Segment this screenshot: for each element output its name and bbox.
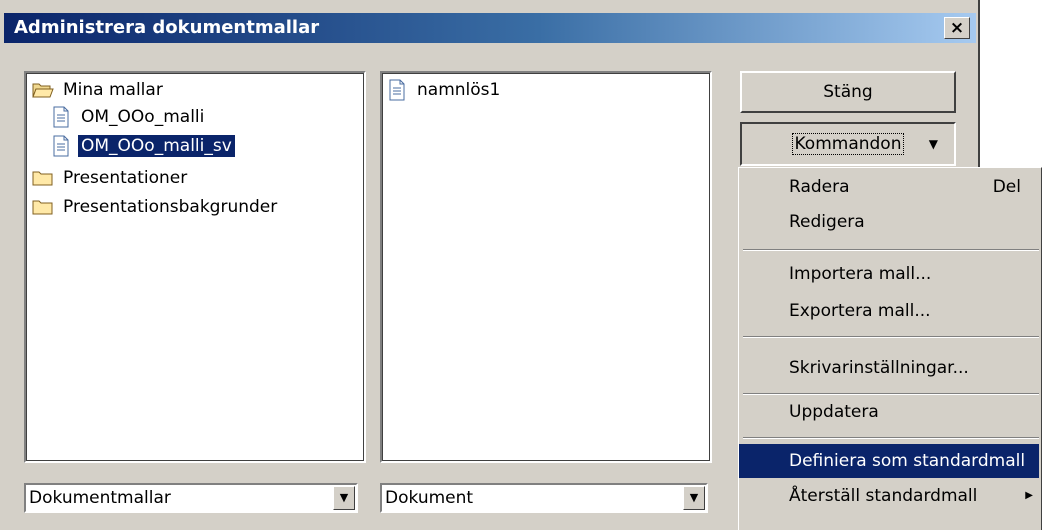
list-item-namnlos1[interactable]: namnlös1 bbox=[388, 77, 503, 103]
menu-item-radera[interactable]: Radera Del bbox=[739, 170, 1039, 204]
menu-item-label: Redigera bbox=[789, 212, 865, 232]
tree-item-label: Presentationer bbox=[63, 168, 188, 188]
menu-item-aterstall-standardmall[interactable]: Återställ standardmall ▶ bbox=[739, 479, 1039, 513]
menu-separator bbox=[743, 249, 1039, 251]
title-bar[interactable]: Administrera dokumentmallar × bbox=[4, 13, 976, 43]
document-icon bbox=[389, 79, 405, 101]
menu-item-importera[interactable]: Importera mall... bbox=[739, 257, 1039, 291]
close-button[interactable]: Stäng bbox=[740, 71, 956, 113]
dialog-title: Administrera dokumentmallar bbox=[14, 17, 320, 38]
menu-item-label: Återställ standardmall bbox=[789, 486, 978, 506]
menu-item-label: Definiera som standardmall bbox=[789, 451, 1026, 471]
tree-item-presentationsbakgrunder[interactable]: Presentationsbakgrunder bbox=[32, 194, 280, 220]
dropdown-arrow-icon: ▼ bbox=[928, 137, 938, 151]
select-value: Dokument bbox=[385, 488, 474, 508]
commands-label: Kommandon bbox=[791, 133, 905, 155]
menu-item-label: Skrivarinställningar... bbox=[789, 358, 969, 378]
tree-item-label: Mina mallar bbox=[63, 80, 163, 100]
folder-icon bbox=[32, 171, 53, 186]
menu-item-definiera-standardmall[interactable]: Definiera som standardmall bbox=[739, 444, 1039, 478]
tree-item-om-ooo-malli-sv[interactable]: OM_OOo_malli_sv bbox=[52, 133, 236, 159]
submenu-arrow-icon: ▶ bbox=[1025, 490, 1033, 501]
documents-list[interactable]: namnlös1 bbox=[380, 71, 712, 463]
menu-item-label: Radera bbox=[789, 177, 850, 197]
menu-item-label: Exportera mall... bbox=[789, 301, 931, 321]
commands-button[interactable]: Kommandon ▼ bbox=[740, 122, 956, 166]
folder-open-icon bbox=[32, 83, 54, 98]
menu-separator bbox=[743, 437, 1039, 439]
menu-item-redigera[interactable]: Redigera bbox=[739, 205, 1039, 239]
tree-item-mina-mallar[interactable]: Mina mallar bbox=[32, 77, 166, 103]
template-categories-tree[interactable]: Mina mallar OM_OOo_malli OM_OOo_malli_sv… bbox=[24, 71, 366, 463]
dropdown-arrow-icon[interactable]: ▼ bbox=[333, 486, 355, 510]
list-item-label: namnlös1 bbox=[417, 80, 501, 100]
menu-item-label: Importera mall... bbox=[789, 264, 932, 284]
select-value: Dokumentmallar bbox=[29, 488, 171, 508]
tree-item-label: OM_OOo_malli bbox=[81, 107, 205, 127]
tree-item-label: OM_OOo_malli_sv bbox=[77, 134, 236, 158]
tree-item-om-ooo-malli[interactable]: OM_OOo_malli bbox=[52, 104, 207, 130]
menu-item-uppdatera[interactable]: Uppdatera bbox=[739, 395, 1039, 429]
document-type-select[interactable]: Dokument ▼ bbox=[380, 483, 708, 513]
close-icon[interactable]: × bbox=[944, 17, 970, 39]
tree-item-presentationer[interactable]: Presentationer bbox=[32, 165, 190, 191]
menu-item-skrivarinstallningar[interactable]: Skrivarinställningar... bbox=[739, 351, 1039, 385]
menu-separator bbox=[743, 336, 1039, 338]
menu-item-exportera[interactable]: Exportera mall... bbox=[739, 294, 1039, 328]
commands-menu: Radera Del Redigera Importera mall... Ex… bbox=[738, 167, 1042, 530]
template-type-select[interactable]: Dokumentmallar ▼ bbox=[24, 483, 358, 513]
folder-icon bbox=[32, 200, 53, 215]
document-icon bbox=[53, 135, 69, 157]
menu-item-shortcut: Del bbox=[992, 177, 1021, 197]
dropdown-arrow-icon[interactable]: ▼ bbox=[683, 486, 705, 510]
menu-item-label: Uppdatera bbox=[789, 402, 879, 422]
tree-item-label: Presentationsbakgrunder bbox=[63, 197, 278, 217]
document-icon bbox=[53, 106, 69, 128]
